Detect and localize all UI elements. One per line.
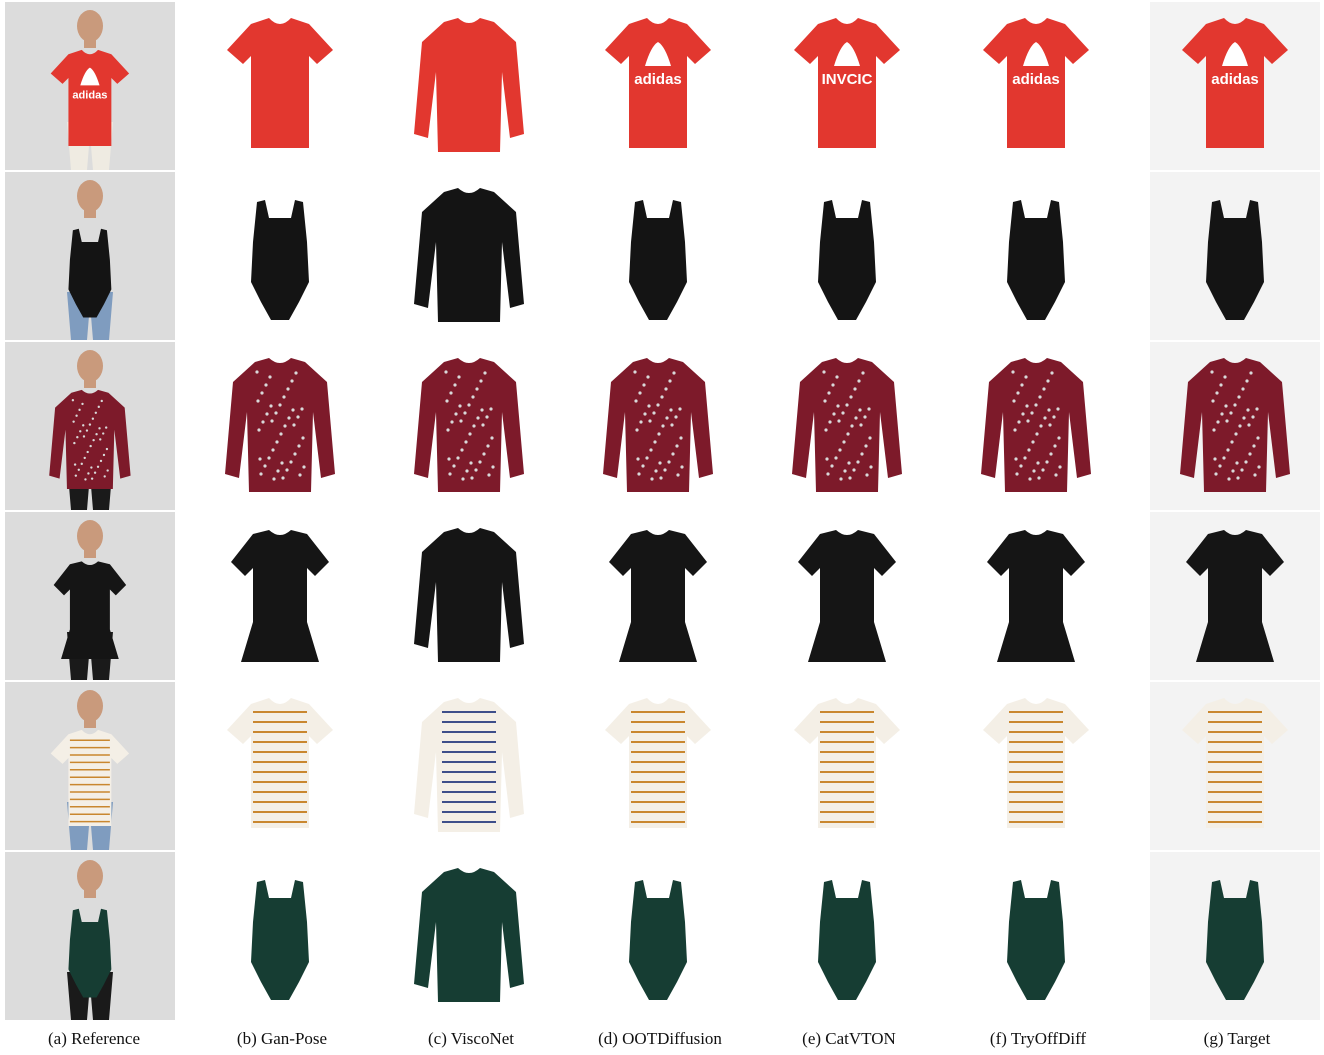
image-reference-row-1: adidas	[5, 2, 175, 170]
image-ootd-row-1: adidas	[573, 2, 743, 170]
comparison-figure: adidas adidas INVCIC adidas adidas (a) Refere…	[0, 0, 1324, 1055]
image-tryoffdiff-row-2	[951, 172, 1121, 340]
image-tryoffdiff-row-4	[951, 512, 1121, 680]
image-reference-row-6	[5, 852, 175, 1020]
image-visconet-row-4	[384, 512, 554, 680]
image-ootd-row-6	[573, 852, 743, 1020]
image-ganpose-row-1	[195, 2, 365, 170]
caption-tryoffdiff: (f) TryOffDiff	[989, 1029, 1087, 1048]
garment-print-text: adidas	[1211, 71, 1259, 88]
image-ootd-row-5	[573, 682, 743, 850]
caption-reference: (a) Reference	[47, 1029, 140, 1048]
image-catvton-row-6	[762, 852, 932, 1020]
image-ganpose-row-5	[195, 682, 365, 850]
image-tryoffdiff-row-3	[951, 342, 1121, 510]
caption-visconet: (c) ViscoNet	[428, 1029, 514, 1048]
garment-print-text: adidas	[1012, 71, 1060, 88]
image-ootd-row-2	[573, 172, 743, 340]
image-target-row-5	[1150, 682, 1320, 850]
image-visconet-row-5	[384, 682, 554, 850]
caption-ootd: (d) OOTDiffusion	[598, 1029, 722, 1048]
image-reference-row-5	[5, 682, 175, 850]
image-ootd-row-4	[573, 512, 743, 680]
image-ootd-row-3	[573, 342, 743, 510]
image-tryoffdiff-row-5	[951, 682, 1121, 850]
image-tryoffdiff-row-6	[951, 852, 1121, 1020]
image-reference-row-3	[5, 342, 175, 510]
image-ganpose-row-2	[195, 172, 365, 340]
caption-target: (g) Target	[1203, 1029, 1271, 1048]
image-visconet-row-1	[384, 2, 554, 170]
caption-catvton: (e) CatVTON	[802, 1029, 896, 1048]
image-reference-row-4	[5, 512, 175, 680]
image-ganpose-row-6	[195, 852, 365, 1020]
image-ganpose-row-4	[195, 512, 365, 680]
image-target-row-1: adidas	[1150, 2, 1320, 170]
image-catvton-row-1: INVCIC	[762, 2, 932, 170]
caption-ganpose: (b) Gan-Pose	[236, 1029, 328, 1048]
image-visconet-row-6	[384, 852, 554, 1020]
image-catvton-row-2	[762, 172, 932, 340]
image-ganpose-row-3	[195, 342, 365, 510]
image-catvton-row-4	[762, 512, 932, 680]
image-target-row-2	[1150, 172, 1320, 340]
image-catvton-row-5	[762, 682, 932, 850]
image-catvton-row-3	[762, 342, 932, 510]
image-visconet-row-2	[384, 172, 554, 340]
image-target-row-3	[1150, 342, 1320, 510]
image-target-row-6	[1150, 852, 1320, 1020]
image-reference-row-2	[5, 172, 175, 340]
image-target-row-4	[1150, 512, 1320, 680]
garment-print-text: adidas	[72, 90, 107, 102]
image-tryoffdiff-row-1: adidas	[951, 2, 1121, 170]
garment-print-text: adidas	[634, 71, 682, 88]
garment-print-text: INVCIC	[822, 71, 873, 88]
image-visconet-row-3	[384, 342, 554, 510]
